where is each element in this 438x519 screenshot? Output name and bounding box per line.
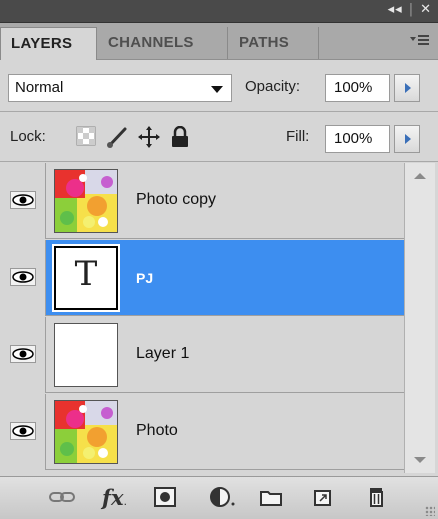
layer-name: Photo copy xyxy=(136,191,217,208)
new-layer-icon[interactable] xyxy=(310,485,336,509)
divider xyxy=(0,111,438,112)
layer-row[interactable]: Layer 1 xyxy=(2,317,404,393)
lock-transparent-icon[interactable] xyxy=(76,126,96,146)
tab-layers[interactable]: LAYERS xyxy=(0,27,97,60)
add-mask-icon[interactable] xyxy=(152,485,178,509)
eye-icon xyxy=(10,191,36,209)
layers-list: Photo copy T PJ Layer 1 Photo xyxy=(2,163,416,473)
layer-name: Photo xyxy=(136,422,178,439)
collapse-panel-icon[interactable]: ◂◂ xyxy=(388,2,403,17)
resize-grip-icon[interactable] xyxy=(425,506,435,516)
delete-layer-icon[interactable] xyxy=(364,485,390,509)
visibility-toggle[interactable] xyxy=(2,394,46,470)
lock-all-icon[interactable] xyxy=(170,125,190,147)
blend-row: Normal Opacity: 100% xyxy=(0,60,438,110)
layer-row-selected[interactable]: T PJ xyxy=(2,240,404,316)
lock-row: Lock: Fill: 100% xyxy=(0,113,438,161)
close-panel-icon[interactable]: ✕ xyxy=(420,2,432,17)
blend-mode-value: Normal xyxy=(15,79,64,96)
layers-panel: ◂◂ | ✕ LAYERS CHANNELS PATHS Normal Opacit… xyxy=(0,0,438,519)
lock-label: Lock: xyxy=(10,128,46,145)
eye-icon xyxy=(10,422,36,440)
blend-mode-select[interactable]: Normal xyxy=(8,74,232,102)
fill-input[interactable]: 100% xyxy=(325,125,390,153)
new-group-icon[interactable] xyxy=(258,485,284,509)
scroll-up-icon[interactable] xyxy=(414,173,426,179)
lock-image-icon[interactable] xyxy=(106,126,127,148)
fx-icon[interactable]: fx. xyxy=(102,485,142,510)
eye-icon xyxy=(10,345,36,363)
scroll-down-icon[interactable] xyxy=(414,457,426,463)
fx-label: fx xyxy=(102,485,124,510)
tab-channels[interactable]: CHANNELS xyxy=(98,27,228,59)
layer-name: Layer 1 xyxy=(136,345,190,362)
text-layer-thumbnail: T xyxy=(52,244,120,312)
eye-icon xyxy=(10,268,36,286)
panel-menu-icon[interactable] xyxy=(410,33,430,47)
text-layer-icon: T xyxy=(74,254,98,294)
opacity-slider-button[interactable] xyxy=(394,74,420,102)
layers-toolbar: fx. xyxy=(0,476,438,519)
fill-slider-button[interactable] xyxy=(394,125,420,153)
layer-thumbnail xyxy=(54,323,118,387)
tab-paths[interactable]: PATHS xyxy=(229,27,319,59)
layer-thumbnail xyxy=(54,400,118,464)
visibility-toggle[interactable] xyxy=(2,317,46,393)
visibility-toggle[interactable] xyxy=(2,240,46,316)
layer-row[interactable]: Photo xyxy=(2,394,404,470)
fill-label: Fill: xyxy=(286,128,310,145)
adjustment-layer-icon[interactable] xyxy=(208,485,235,509)
panel-tabs: LAYERS CHANNELS PATHS xyxy=(0,23,438,60)
opacity-input[interactable]: 100% xyxy=(325,74,390,102)
layers-scrollbar[interactable] xyxy=(404,163,435,473)
opacity-label: Opacity: xyxy=(245,78,301,95)
link-layers-icon[interactable] xyxy=(48,485,75,509)
visibility-toggle[interactable] xyxy=(2,163,46,239)
divider xyxy=(0,161,438,162)
layer-row[interactable]: Photo copy xyxy=(2,163,404,239)
layer-thumbnail xyxy=(54,169,118,233)
lock-position-icon[interactable] xyxy=(138,126,160,148)
chevron-down-icon xyxy=(211,86,223,93)
layer-name: PJ xyxy=(136,270,154,286)
panel-title-bar: ◂◂ | ✕ xyxy=(0,0,438,23)
